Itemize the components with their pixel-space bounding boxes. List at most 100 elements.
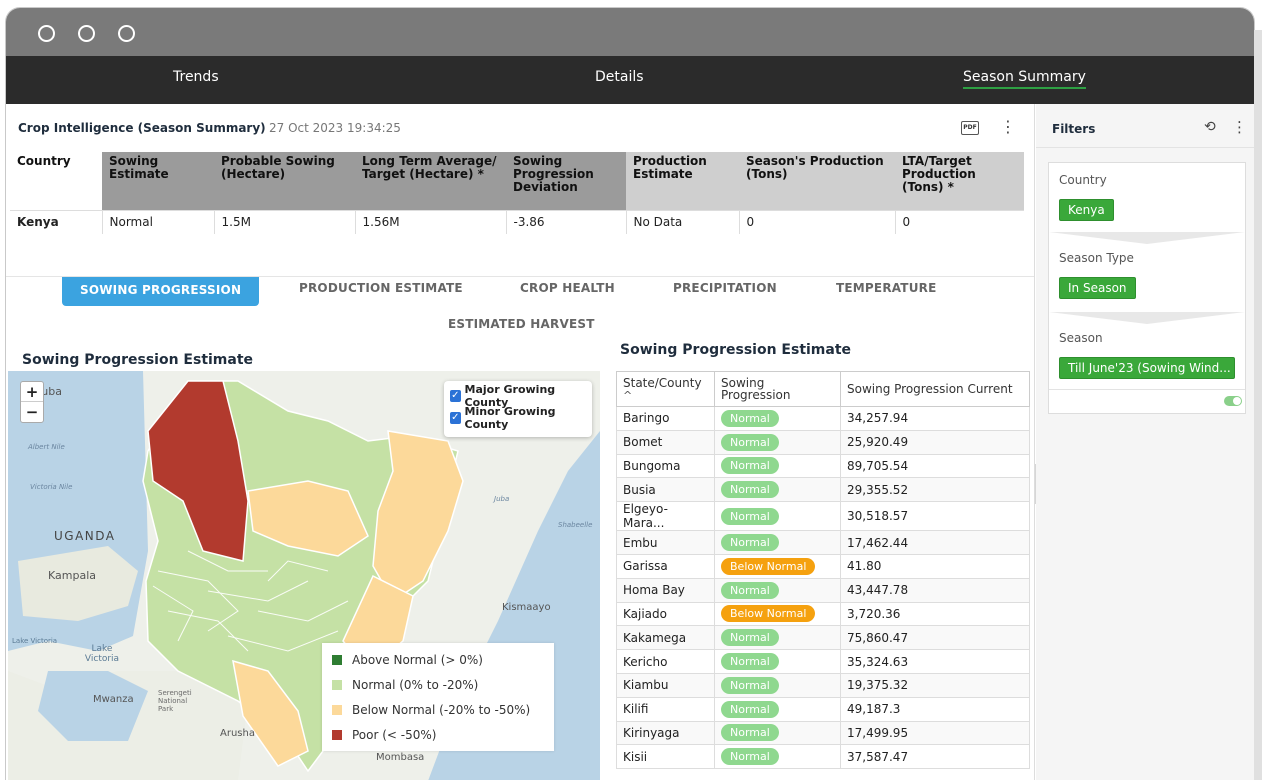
legend-label: Poor (< -50%) [352,727,437,742]
filter-divider [1049,311,1245,325]
cell-county: Kisii [616,744,715,770]
layer-minor-growing[interactable]: ✓ Minor Growing County [450,405,586,431]
map-label-kampala: Kampala [48,569,96,582]
cell-county: Baringo [616,406,715,431]
table-row[interactable]: Kilifi Normal 49,187.3 [616,696,1030,722]
filter-label: Season [1059,331,1103,345]
cell-status: Normal [714,577,841,603]
window-maximize-icon[interactable] [118,25,135,42]
layer-minor-label: Minor Growing County [464,405,556,431]
status-badge: Normal [721,457,779,475]
cell-county: Busia [616,477,715,503]
table-row[interactable]: Baringo Normal 34,257.94 [616,406,1030,431]
cell-county: Kakamega [616,625,715,651]
cell-value: 17,499.95 [840,720,1030,746]
window-close-icon[interactable] [38,25,55,42]
filter-chip-season-type[interactable]: In Season [1059,277,1136,299]
status-badge: Below Normal [721,557,816,575]
col-lta-production: LTA/Target Production (Tons) * [895,152,1024,210]
map-label-mombasa: Mombasa [376,752,425,763]
layer-major-growing[interactable]: ✓ Major Growing County [450,383,586,409]
table-row[interactable]: Busia Normal 29,355.52 [616,477,1030,503]
col-sowing-current[interactable]: Sowing Progression Current [840,371,1030,407]
tab-crop-health[interactable]: CROP HEALTH [520,281,615,295]
cell-probable-sowing: 1.5M [214,209,356,234]
tab-production-estimate[interactable]: PRODUCTION ESTIMATE [299,281,463,295]
table-row[interactable]: Kajiado Below Normal 3,720.36 [616,601,1030,627]
table-row[interactable]: Elgeyo-Mara... Normal 30,518.57 [616,501,1030,532]
report-title: Crop Intelligence (Season Summary) [18,121,266,135]
tab-season-summary[interactable]: Season Summary [963,69,1086,89]
filters-card: Country Kenya Season Type In Season Seas… [1048,162,1246,414]
col-lta-target: Long Term Average/ Target (Hectare) * [355,152,506,210]
pdf-export-button[interactable]: PDF [961,121,979,135]
table-row: Kenya Normal 1.5M 1.56M -3.86 No Data 0 … [10,209,1024,234]
table-row[interactable]: Kirinyaga Normal 17,499.95 [616,720,1030,746]
table-row[interactable]: Embu Normal 17,462.44 [616,530,1030,555]
sort-ascending-icon[interactable]: ^ [623,389,632,402]
table-row[interactable]: Kisii Normal 37,587.47 [616,744,1030,770]
cell-status: Normal [714,649,841,674]
table-row[interactable]: Garissa Below Normal 41.80 [616,553,1030,579]
more-options-icon[interactable]: ⋮ [1232,118,1247,136]
cell-county: Kericho [616,649,715,674]
status-badge: Normal [721,534,779,552]
table-row[interactable]: Kericho Normal 35,324.63 [616,649,1030,674]
col-sowing-progression[interactable]: Sowing Progression [714,371,841,407]
cell-status: Normal [714,672,841,698]
zoom-out-button[interactable]: − [21,402,43,422]
cell-value: 35,324.63 [840,649,1030,674]
status-badge: Normal [721,629,779,647]
cell-status: Normal [714,501,841,532]
map-label-lake-victoria-2: Lake Victoria [12,637,58,645]
tab-estimated-harvest[interactable]: ESTIMATED HARVEST [448,317,595,331]
tab-trends[interactable]: Trends [173,69,219,85]
cell-status: Normal [714,744,841,770]
filter-divider [1049,389,1245,390]
legend-swatch [332,729,342,740]
filter-country: Country Kenya [1049,163,1245,231]
table-row[interactable]: Kakamega Normal 75,860.47 [616,625,1030,651]
legend-swatch [332,654,342,665]
filter-season: Season Till June'23 (Sowing Wind... [1049,325,1245,391]
col-sowing-estimate: Sowing Estimate [102,152,214,210]
status-badge: Normal [721,581,779,599]
cell-status: Normal [714,406,841,431]
cell-value: 41.80 [840,553,1030,579]
tab-precipitation[interactable]: PRECIPITATION [673,281,777,295]
cell-county: Bomet [616,429,715,455]
status-badge: Normal [721,676,779,694]
filter-chip-country[interactable]: Kenya [1059,199,1114,221]
legend-item: Above Normal (> 0%) [332,647,544,672]
tab-details[interactable]: Details [595,69,644,85]
checkbox-checked-icon[interactable]: ✓ [450,412,461,424]
more-options-icon[interactable]: ⋮ [1000,117,1016,136]
reset-icon[interactable]: ⟲ [1204,119,1216,135]
map-legend: Above Normal (> 0%) Normal (0% to -20%) … [322,643,554,751]
window-minimize-icon[interactable] [78,25,95,42]
status-badge: Normal [721,433,779,451]
status-badge: Normal [721,409,779,427]
table-row[interactable]: Kiambu Normal 19,375.32 [616,672,1030,698]
table-row[interactable]: Bungoma Normal 89,705.54 [616,453,1030,479]
status-badge: Normal [721,724,779,742]
table-row[interactable]: Homa Bay Normal 43,447.78 [616,577,1030,603]
divider-chevron-icon [1049,312,1245,324]
filter-chip-season[interactable]: Till June'23 (Sowing Wind... [1059,357,1235,379]
legend-swatch [332,704,342,715]
col-state-county[interactable]: State/County ^ [616,371,715,407]
map-label-albert-nile: Albert Nile [28,443,65,451]
zoom-in-button[interactable]: + [21,382,43,402]
cell-value: 19,375.32 [840,672,1030,698]
table-row[interactable]: Bomet Normal 25,920.49 [616,429,1030,455]
cell-county: Embu [616,530,715,555]
tab-temperature[interactable]: TEMPERATURE [836,281,936,295]
filter-toggle-switch[interactable] [1224,396,1242,406]
tab-sowing-progression[interactable]: SOWING PROGRESSION [62,277,260,306]
cell-county: Homa Bay [616,577,715,603]
cell-status: Normal [714,477,841,503]
checkbox-checked-icon[interactable]: ✓ [450,390,461,402]
sowing-map[interactable]: Juba UGANDA Kampala Lake Victoria Mwanza… [8,371,600,780]
main-panel: Crop Intelligence (Season Summary) 27 Oc… [6,104,1034,780]
col-production-estimate: Production Estimate [626,152,739,210]
